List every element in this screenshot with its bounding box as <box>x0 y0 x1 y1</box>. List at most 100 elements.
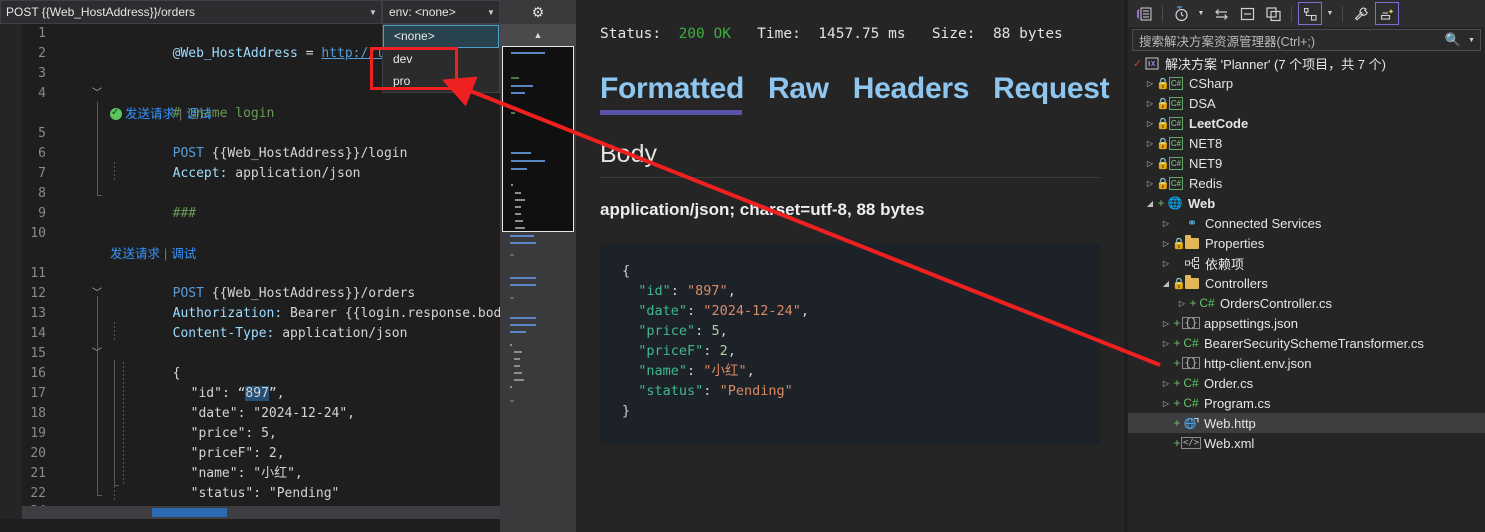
expand-chevron-icon[interactable]: ▷ <box>1160 339 1172 348</box>
solution-search-placeholder: 搜索解决方案资源管理器(Ctrl+;) <box>1139 34 1316 49</box>
csharp-project-icon: C# <box>1169 176 1183 190</box>
codelens-send-request[interactable]: 发送请求 <box>110 247 160 261</box>
tree-item-order-cs[interactable]: ▷ + C# Order.cs <box>1128 373 1485 393</box>
tree-item-net9[interactable]: ▷ 🔒 C# NET9 <box>1128 153 1485 173</box>
tab-formatted[interactable]: Formatted <box>600 72 744 115</box>
expand-chevron-icon[interactable]: ▷ <box>1144 119 1156 128</box>
time-value: 1457.75 ms <box>818 26 906 42</box>
response-tabs: Formatted Raw Headers Request <box>600 72 1110 115</box>
response-json-card[interactable]: { "id": "897", "date": "2024-12-24", "pr… <box>600 243 1100 445</box>
fold-chevron-icon[interactable]: ﹀ <box>90 84 104 104</box>
tree-item-dsa[interactable]: ▷ 🔒 C# DSA <box>1128 93 1485 113</box>
expand-chevron-icon[interactable]: ▷ <box>1144 99 1156 108</box>
chevron-down-icon[interactable]: ▼ <box>365 8 381 17</box>
equals-sign: = <box>305 46 314 61</box>
tree-item-redis[interactable]: ▷ 🔒 C# Redis <box>1128 173 1485 193</box>
expand-chevron-icon[interactable]: ▷ <box>1144 139 1156 148</box>
codelens-login[interactable]: 发送请求 |调试 <box>110 103 211 124</box>
body-heading: Body <box>600 140 657 168</box>
send-request-icon[interactable] <box>110 103 122 123</box>
minimap-body[interactable] <box>502 232 574 532</box>
expand-chevron-icon[interactable]: ▷ <box>1160 219 1172 228</box>
csharp-file-icon: C# <box>1183 396 1199 410</box>
tab-headers[interactable]: Headers <box>853 72 970 110</box>
code-surface[interactable]: 1 2 3 4 5 6 7 8 9 10 11 12 13 14 15 16 1… <box>0 24 500 519</box>
expand-chevron-icon[interactable]: ▷ <box>1160 379 1172 388</box>
solution-tree[interactable]: ✓ 解决方案 'Planner' (7 个项目，共 7 个) ▷ 🔒 C# CS… <box>1128 53 1485 532</box>
expand-chevron-icon[interactable]: ▷ <box>1144 179 1156 188</box>
variable-name: @Web_HostAddress <box>172 46 298 61</box>
solution-root-node[interactable]: ✓ 解决方案 'Planner' (7 个项目，共 7 个) <box>1128 53 1485 73</box>
tree-item-properties[interactable]: ▷ 🔒 Properties <box>1128 233 1485 253</box>
chevron-down-icon[interactable]: ▼ <box>1324 2 1336 25</box>
pending-changes-icon[interactable] <box>1169 2 1193 25</box>
line-number: 9 <box>38 206 46 221</box>
expand-chevron-icon[interactable]: ▷ <box>1160 319 1172 328</box>
expand-chevron-icon[interactable]: ▷ <box>1160 399 1172 408</box>
tree-item-bearersecuritytransformer[interactable]: ▷ + C# BearerSecuritySchemeTransformer.c… <box>1128 333 1485 353</box>
collapse-all-icon[interactable] <box>1235 2 1259 25</box>
tree-item-program-cs[interactable]: ▷ + C# Program.cs <box>1128 393 1485 413</box>
tree-item-leetcode[interactable]: ▷ 🔒 C# LeetCode <box>1128 113 1485 133</box>
minimap-line <box>511 92 525 94</box>
chevron-down-icon[interactable]: ▼ <box>1468 37 1480 44</box>
expand-chevron-icon[interactable]: ▷ <box>1160 259 1172 268</box>
tree-item-orderscontroller[interactable]: ▷ + C# OrdersController.cs <box>1128 293 1485 313</box>
tree-item-http-client-env-json[interactable]: + {} http-client.env.json <box>1128 353 1485 373</box>
visual-studio-icon[interactable] <box>1132 2 1156 25</box>
minimap-line <box>510 254 514 256</box>
tree-item-web-http[interactable]: + Web.http <box>1128 413 1485 433</box>
lock-icon: 🔒 <box>1156 117 1170 130</box>
collapse-preview-chevron-icon[interactable]: ▲ <box>500 24 576 46</box>
tree-item-csharp[interactable]: ▷ 🔒 C# CSharp <box>1128 73 1485 93</box>
expand-chevron-icon[interactable]: ▷ <box>1160 239 1172 248</box>
tree-item-connected-services[interactable]: ▷ ⚭ Connected Services <box>1128 213 1485 233</box>
lock-icon: 🔒 <box>1156 77 1170 90</box>
tab-raw[interactable]: Raw <box>768 72 829 110</box>
codelens-orders[interactable]: 发送请求 | 调试 <box>110 244 196 264</box>
json-file-icon: {} <box>1182 356 1200 369</box>
solution-search-input[interactable]: 搜索解决方案资源管理器(Ctrl+;) 🔍 ▼ <box>1132 29 1481 51</box>
chevron-down-icon[interactable]: ▼ <box>483 8 499 17</box>
minimap-viewport[interactable] <box>502 46 574 249</box>
tree-item-dependencies[interactable]: ▷ 依赖项 <box>1128 253 1485 273</box>
preview-selected-items-icon[interactable] <box>1375 2 1399 25</box>
expand-chevron-icon[interactable]: ▷ <box>1144 79 1156 88</box>
codelens-send-request[interactable]: 发送请求 <box>125 107 175 121</box>
minimap-line <box>511 77 519 79</box>
properties-wrench-icon[interactable] <box>1349 2 1373 25</box>
environment-selector-combo[interactable]: env: <none> ▼ <box>382 0 500 24</box>
json-open-brace: { <box>622 263 631 279</box>
http-file-icon <box>1182 417 1200 430</box>
minimap-line <box>514 358 520 360</box>
tree-item-appsettings[interactable]: ▷ + {} appsettings.json <box>1128 313 1485 333</box>
split-view-handle[interactable]: ⚙ <box>500 0 576 24</box>
response-pane: Status: 200 OK Time: 1457.75 ms Size: 88… <box>576 0 1124 532</box>
line-number: 6 <box>38 146 46 161</box>
chevron-down-icon[interactable]: ▼ <box>1195 2 1207 25</box>
codelens-debug[interactable]: 调试 <box>186 107 211 121</box>
lock-icon: 🔒 <box>1156 137 1170 150</box>
collapse-chevron-icon[interactable]: ◢ <box>1160 279 1172 288</box>
expand-chevron-icon[interactable]: ▷ <box>1176 299 1188 308</box>
env-option-none[interactable]: <none> <box>383 25 499 48</box>
search-icon[interactable]: 🔍 <box>1438 32 1468 48</box>
tree-item-net8[interactable]: ▷ 🔒 C# NET8 <box>1128 133 1485 153</box>
sync-with-active-document-icon[interactable] <box>1209 2 1233 25</box>
tree-item-web[interactable]: ◢ + 🌐 Web <box>1128 193 1485 213</box>
tab-request[interactable]: Request <box>993 72 1110 110</box>
codelens-debug[interactable]: 调试 <box>171 247 196 261</box>
horizontal-scrollbar-thumb[interactable] <box>152 508 227 517</box>
copy-icon[interactable] <box>1261 2 1285 25</box>
tree-item-web-xml[interactable]: + </> Web.xml <box>1128 433 1485 453</box>
minimap-line <box>511 160 545 162</box>
collapse-chevron-icon[interactable]: ◢ <box>1144 199 1156 208</box>
expand-chevron-icon[interactable]: ▷ <box>1144 159 1156 168</box>
pending-add-icon: + <box>1189 296 1197 310</box>
show-all-files-icon[interactable] <box>1298 2 1322 25</box>
tree-item-controllers[interactable]: ◢ 🔒 Controllers <box>1128 273 1485 293</box>
json-file-icon: {} <box>1182 316 1200 329</box>
json-comma: , <box>727 283 736 299</box>
request-selector-combo[interactable]: POST {{Web_HostAddress}}/orders ▼ <box>0 0 382 24</box>
horizontal-scrollbar-track[interactable] <box>22 506 500 519</box>
